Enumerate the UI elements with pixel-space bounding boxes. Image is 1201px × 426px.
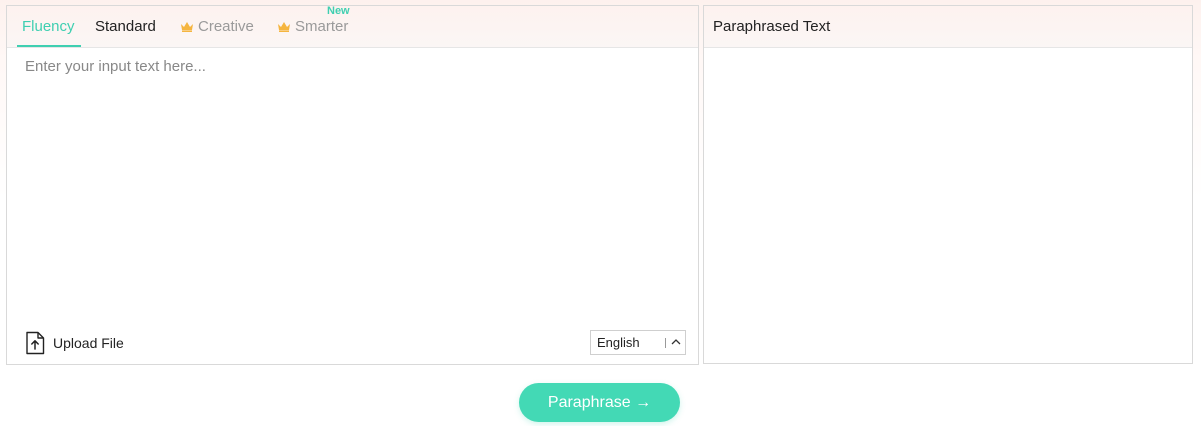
tab-smarter[interactable]: Smarter (277, 17, 348, 37)
crown-icon (181, 22, 193, 32)
output-title: Paraphrased Text (713, 18, 831, 35)
language-select[interactable]: English (590, 330, 686, 355)
tab-creative[interactable]: Creative (180, 17, 254, 37)
chevron-up-icon (671, 339, 681, 345)
active-tab-underline (17, 45, 81, 47)
tab-fluency[interactable]: Fluency (22, 17, 75, 37)
input-panel: Fluency Standard Creative New Smarter En… (6, 5, 699, 365)
tab-standard[interactable]: Standard (95, 17, 156, 37)
language-selected-value: English (597, 335, 640, 350)
output-header: Paraphrased Text (704, 6, 1192, 48)
paraphraser-page: Fluency Standard Creative New Smarter En… (0, 0, 1201, 426)
tab-smarter-label: Smarter (295, 18, 349, 35)
select-divider (665, 338, 666, 348)
upload-file-label: Upload File (53, 335, 124, 351)
mode-tabs: Fluency Standard Creative New Smarter (7, 5, 698, 48)
crown-icon (278, 22, 290, 32)
tab-creative-label: Creative (198, 18, 254, 35)
upload-file-icon (26, 331, 45, 355)
input-textarea[interactable] (17, 58, 687, 318)
upload-file-button[interactable]: Upload File (25, 330, 124, 356)
output-panel: Paraphrased Text (703, 5, 1193, 364)
paraphrase-button[interactable]: Paraphrase → (519, 383, 680, 422)
new-badge: New (327, 5, 350, 17)
